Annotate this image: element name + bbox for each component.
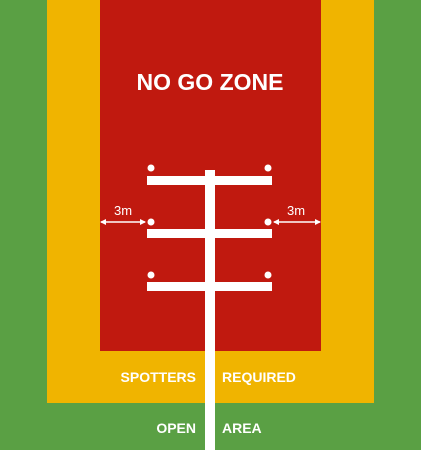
insulator-icon xyxy=(264,271,272,279)
open-label: OPEN xyxy=(156,420,196,436)
insulator-icon xyxy=(147,218,155,226)
power-line-safety-zone-diagram: NO GO ZONE 3m 3m SPOTTERS REQUIRED OPEN … xyxy=(0,0,421,450)
required-label: REQUIRED xyxy=(222,369,296,385)
insulator-icon xyxy=(264,164,272,172)
no-go-zone-title: NO GO ZONE xyxy=(137,69,284,95)
insulator-icon xyxy=(147,271,155,279)
left-clearance-label: 3m xyxy=(114,203,132,218)
area-label: AREA xyxy=(222,420,262,436)
right-clearance-label: 3m xyxy=(287,203,305,218)
insulator-icon xyxy=(147,164,155,172)
spotters-label: SPOTTERS xyxy=(121,369,196,385)
power-pole xyxy=(205,172,215,450)
insulator-icon xyxy=(264,218,272,226)
